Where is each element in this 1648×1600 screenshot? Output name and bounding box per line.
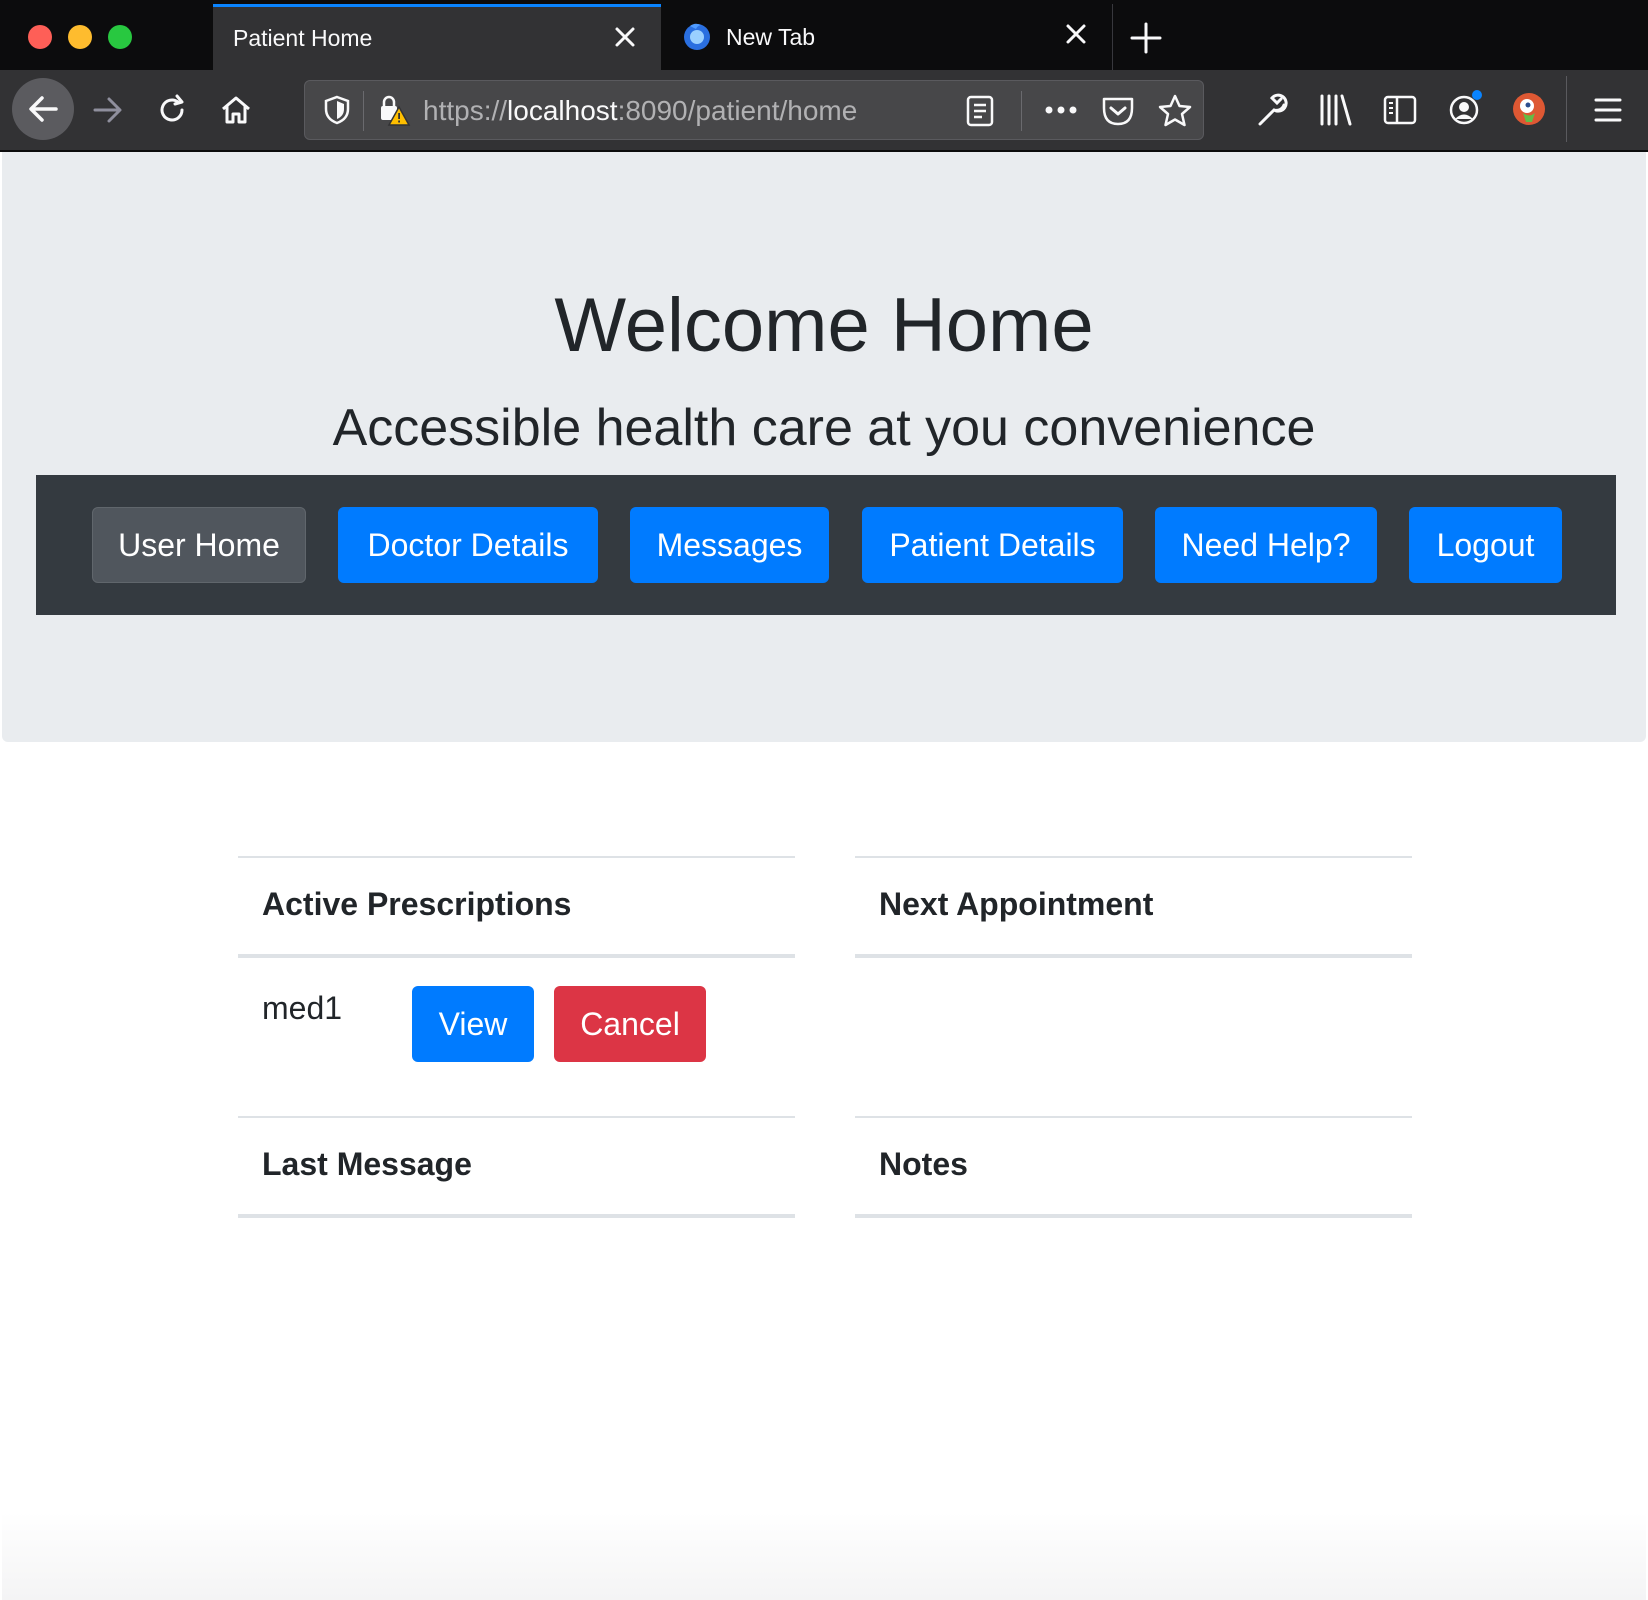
patient-details-button[interactable]: Patient Details bbox=[862, 507, 1123, 583]
card-divider bbox=[855, 1214, 1412, 1218]
forward-button[interactable] bbox=[82, 84, 134, 136]
duckduckgo-icon[interactable] bbox=[1510, 90, 1548, 128]
hamburger-menu-icon[interactable] bbox=[1592, 96, 1624, 124]
cancel-prescription-button[interactable]: Cancel bbox=[554, 986, 706, 1062]
page-title: Welcome Home bbox=[554, 283, 1094, 368]
card-divider bbox=[238, 856, 795, 858]
new-tab-icon[interactable] bbox=[1128, 20, 1164, 56]
more-actions-icon[interactable] bbox=[1043, 103, 1079, 117]
wrench-icon[interactable] bbox=[1254, 92, 1290, 128]
card-divider bbox=[238, 1214, 795, 1218]
card-divider bbox=[855, 856, 1412, 858]
shield-icon[interactable] bbox=[323, 95, 351, 125]
pocket-icon[interactable] bbox=[1101, 95, 1135, 127]
account-icon[interactable] bbox=[1446, 88, 1486, 128]
nav-bar: User Home Doctor Details Messages Patien… bbox=[36, 475, 1616, 615]
bookmark-star-icon[interactable] bbox=[1157, 93, 1193, 129]
doctor-details-button[interactable]: Doctor Details bbox=[338, 507, 598, 583]
browser-toolbar: https://localhost:8090/patient/home bbox=[0, 70, 1648, 152]
view-prescription-button[interactable]: View bbox=[412, 986, 534, 1062]
last-message-card: Last Message bbox=[238, 1116, 795, 1226]
close-icon[interactable] bbox=[1062, 20, 1090, 48]
card-divider bbox=[238, 1116, 795, 1118]
url-scheme: https:// bbox=[423, 95, 508, 126]
minimize-window-button[interactable] bbox=[68, 25, 92, 49]
home-icon bbox=[222, 96, 250, 124]
reader-view-icon[interactable] bbox=[965, 95, 995, 127]
toolbar-separator bbox=[1566, 76, 1567, 142]
close-window-button[interactable] bbox=[28, 25, 52, 49]
page-subtitle: Accessible health care at you convenienc… bbox=[332, 399, 1316, 457]
url-path: :8090/patient/home bbox=[617, 95, 858, 126]
home-button[interactable] bbox=[210, 84, 262, 136]
tab-patient-home[interactable]: Patient Home bbox=[213, 4, 661, 70]
sidebar-icon[interactable] bbox=[1382, 92, 1418, 128]
tab-title: New Tab bbox=[726, 23, 816, 50]
logout-button[interactable]: Logout bbox=[1409, 507, 1562, 583]
reload-button[interactable] bbox=[146, 84, 198, 136]
page-bottom-fade bbox=[2, 1512, 1646, 1600]
url-text[interactable]: https://localhost:8090/patient/home bbox=[423, 95, 857, 127]
card-title: Active Prescriptions bbox=[262, 886, 572, 922]
firefox-icon bbox=[684, 23, 710, 50]
url-bar[interactable]: https://localhost:8090/patient/home bbox=[304, 80, 1204, 140]
messages-button[interactable]: Messages bbox=[630, 507, 829, 583]
card-title: Last Message bbox=[262, 1146, 472, 1182]
url-host: localhost bbox=[507, 95, 618, 126]
browser-titlebar: Patient Home New Tab bbox=[0, 0, 1648, 70]
tab-new-tab[interactable]: New Tab bbox=[661, 4, 1113, 70]
library-icon[interactable] bbox=[1318, 92, 1354, 128]
close-icon[interactable] bbox=[611, 23, 639, 51]
maximize-window-button[interactable] bbox=[108, 25, 132, 49]
page-content: Welcome Home Accessible health care at y… bbox=[2, 152, 1646, 1600]
prescription-name: med1 bbox=[262, 990, 343, 1026]
card-divider bbox=[855, 954, 1412, 958]
notes-card: Notes bbox=[855, 1116, 1412, 1226]
jumbotron: Welcome Home Accessible health care at y… bbox=[2, 152, 1646, 742]
reload-icon bbox=[160, 94, 184, 122]
arrow-right-icon bbox=[93, 97, 122, 123]
tab-title: Patient Home bbox=[233, 25, 373, 51]
active-prescriptions-card: Active Prescriptions med1 View Cancel bbox=[238, 856, 795, 1106]
back-button[interactable] bbox=[12, 78, 74, 140]
card-divider bbox=[855, 1116, 1412, 1118]
url-separator bbox=[1021, 91, 1022, 131]
lock-warning-icon[interactable] bbox=[377, 93, 411, 127]
next-appointment-card: Next Appointment bbox=[855, 856, 1412, 1106]
user-home-button[interactable]: User Home bbox=[92, 507, 306, 583]
url-separator bbox=[363, 91, 364, 131]
card-divider bbox=[238, 954, 795, 958]
arrow-left-icon bbox=[29, 96, 58, 122]
card-title: Next Appointment bbox=[879, 886, 1154, 922]
card-title: Notes bbox=[879, 1146, 968, 1182]
need-help-button[interactable]: Need Help? bbox=[1155, 507, 1377, 583]
